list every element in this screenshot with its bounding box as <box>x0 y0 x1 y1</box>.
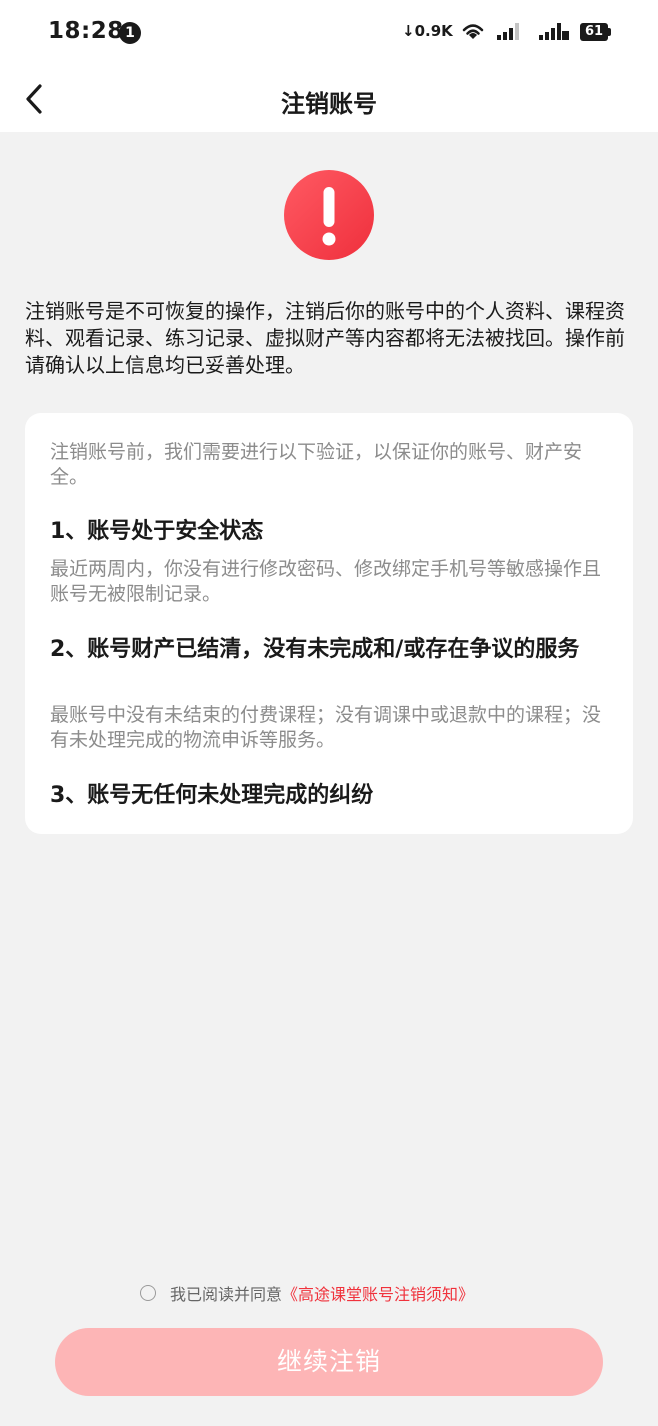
verification-card: 注销账号前，我们需要进行以下验证，以保证你的账号、财产安全。 1、账号处于安全状… <box>25 413 633 834</box>
agreement-row: 我已阅读并同意《高途课堂账号注销须知》 <box>140 1281 474 1304</box>
requirement-title-1: 1、账号处于安全状态 <box>50 519 264 544</box>
status-time: 18:28 <box>48 18 124 44</box>
battery-icon <box>608 28 611 36</box>
requirement-desc-1: 最近两周内，你没有进行修改密码、修改绑定手机号等敏感操作且账号无被限制记录。 <box>50 558 602 605</box>
network-speed: ↓0.9K <box>402 22 453 40</box>
cellular-signal-icon <box>497 23 519 40</box>
navigation-bar: 注销账号 <box>0 66 658 132</box>
page-title: 注销账号 <box>281 90 377 118</box>
agreement-text: 我已阅读并同意 <box>170 1285 283 1304</box>
exclamation-icon <box>284 170 374 260</box>
wifi-icon <box>462 24 484 39</box>
cellular-signal-2-icon <box>539 23 569 40</box>
notification-badge: 1 <box>119 22 141 44</box>
requirement-title-2: 2、账号财产已结清，没有未完成和/或存在争议的服务 <box>50 637 580 662</box>
battery-level: 61 <box>580 23 608 41</box>
status-bar: 18:28 1 ↓0.9K 61 <box>0 0 658 66</box>
requirement-desc-2: 最账号中没有未结束的付费课程；没有调课中或退款中的课程；没有未处理完成的物流申诉… <box>50 704 602 751</box>
continue-cancellation-button[interactable]: 继续注销 <box>55 1328 603 1396</box>
warning-description: 注销账号是不可恢复的操作，注销后你的账号中的个人资料、课程资料、观看记录、练习记… <box>25 299 625 377</box>
agreement-checkbox[interactable] <box>140 1285 156 1301</box>
requirement-title-3: 3、账号无任何未处理完成的纠纷 <box>50 783 374 808</box>
agreement-link[interactable]: 《高途课堂账号注销须知》 <box>282 1285 474 1304</box>
card-intro: 注销账号前，我们需要进行以下验证，以保证你的账号、财产安全。 <box>50 441 583 488</box>
